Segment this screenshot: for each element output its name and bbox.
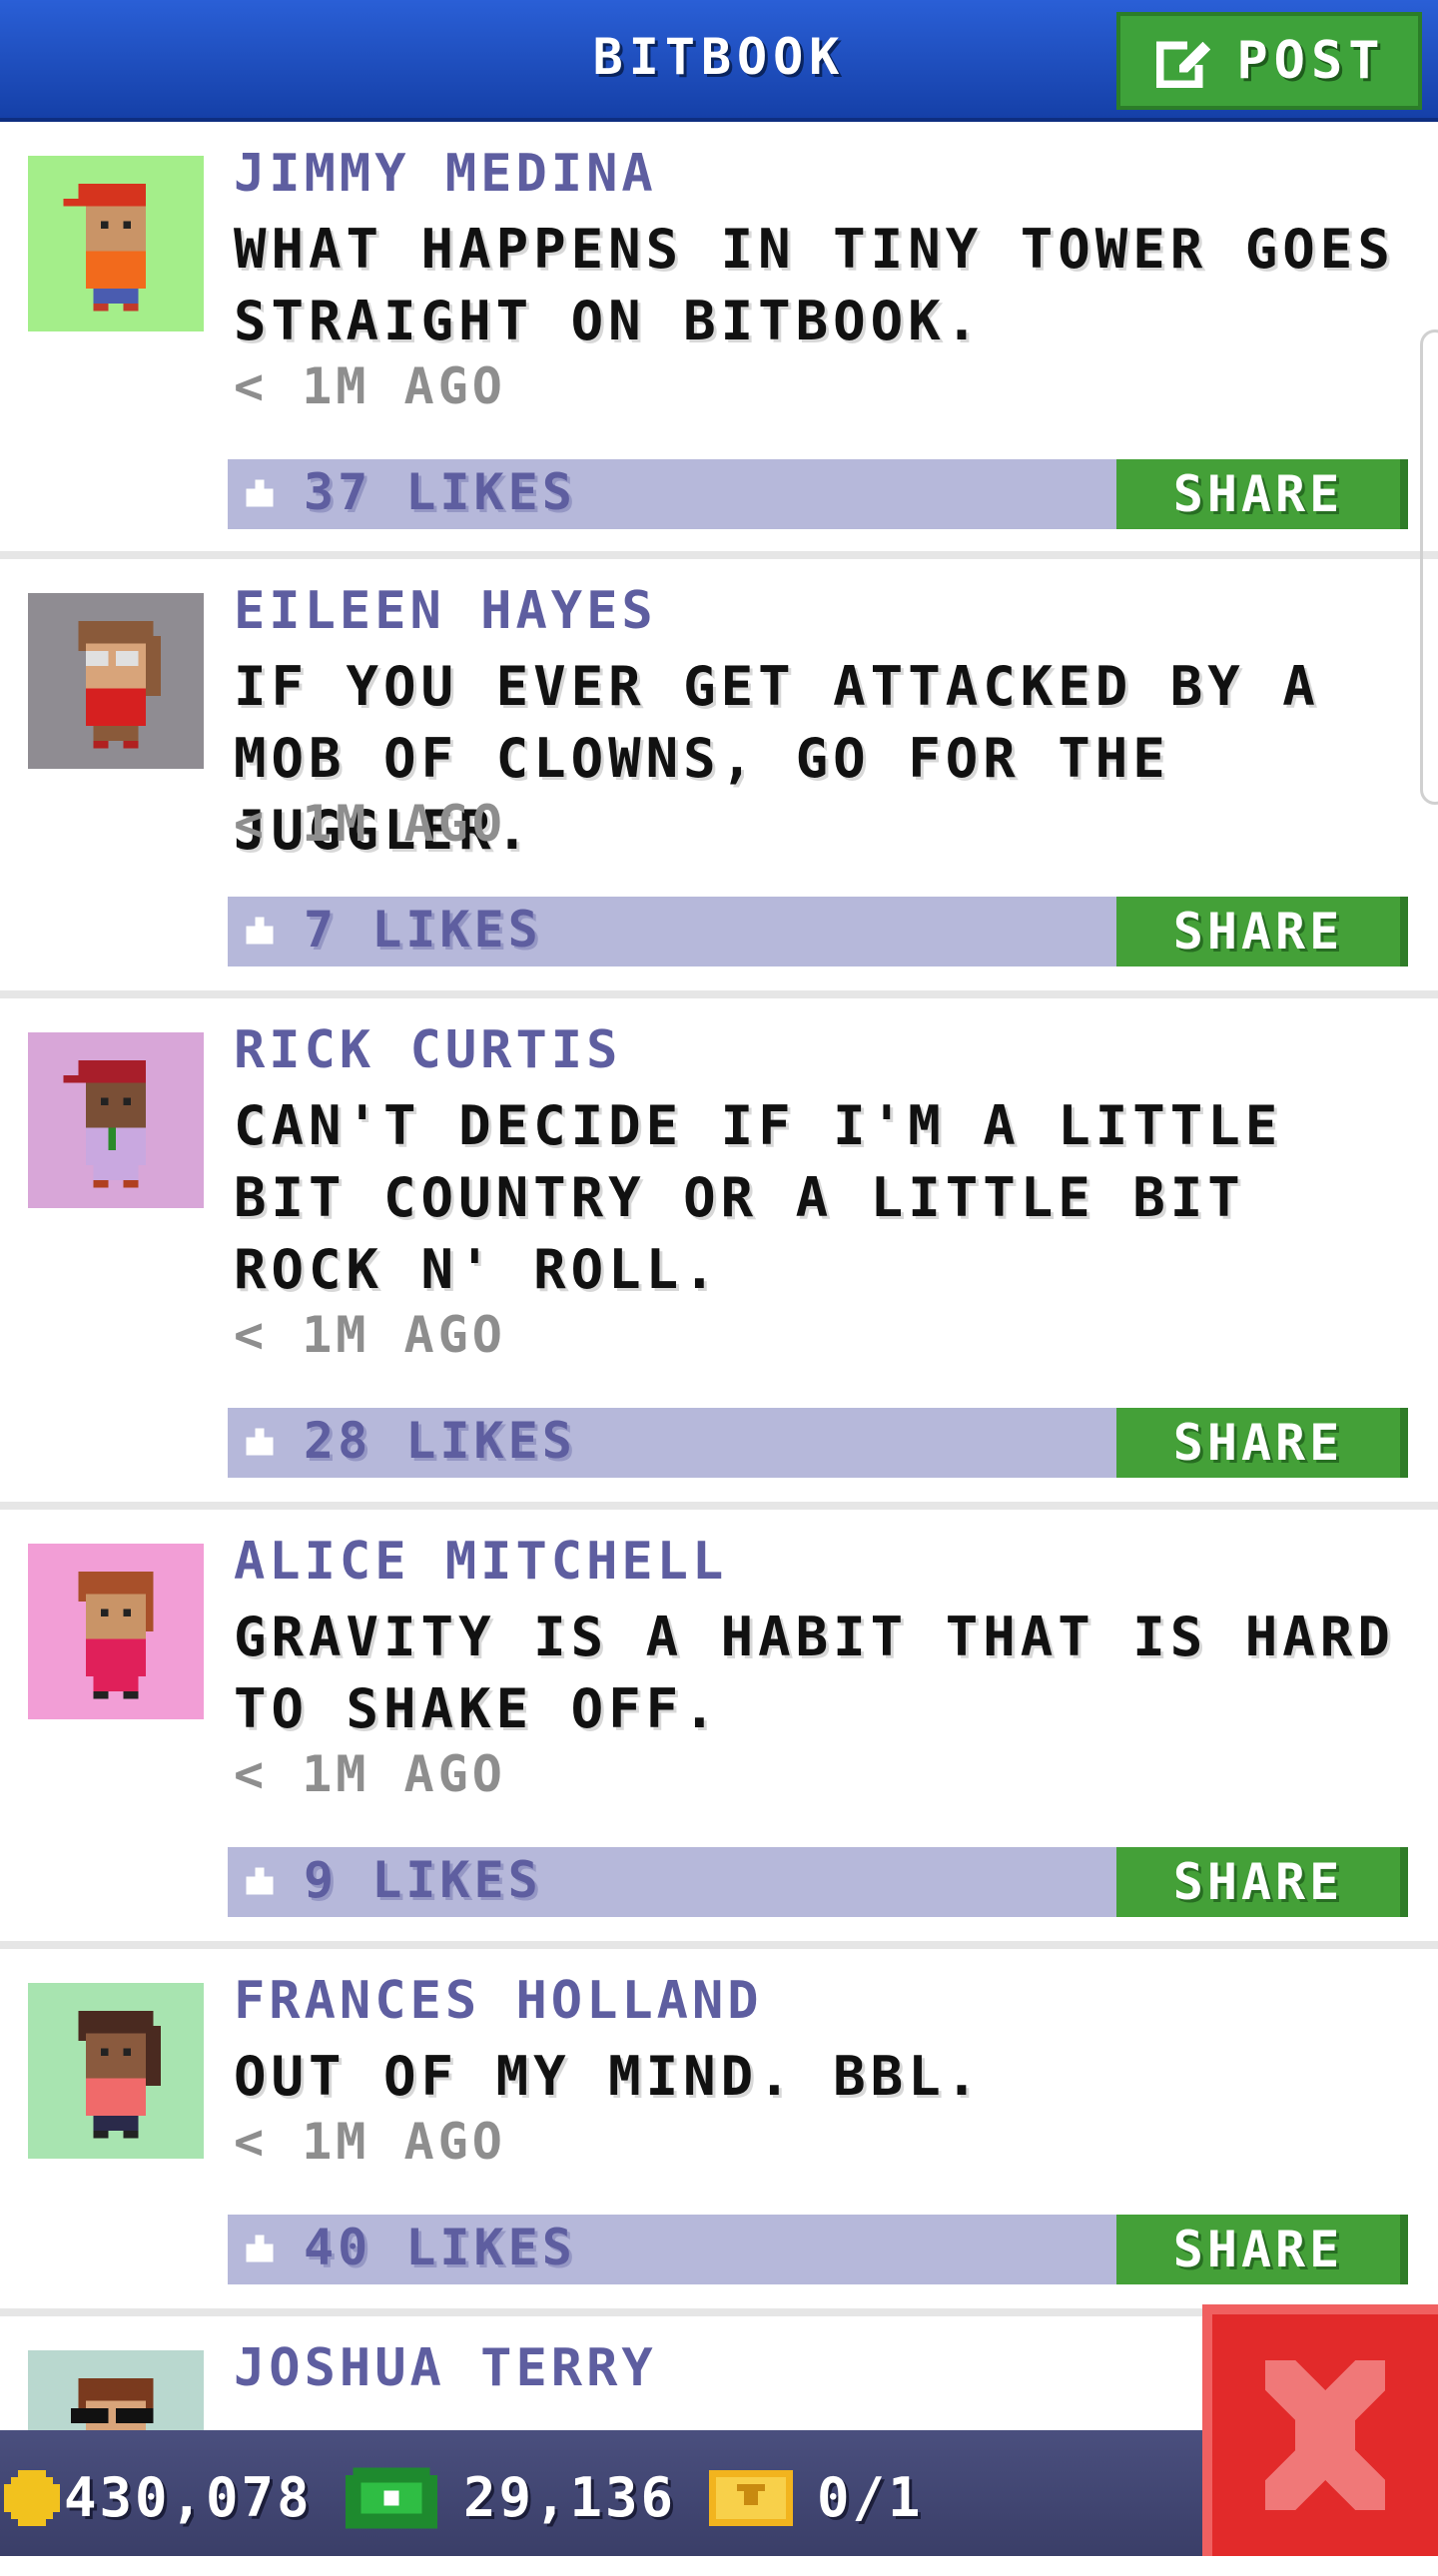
like-bar: 40 LIKES SHARE bbox=[228, 2215, 1408, 2284]
like-count: 28 LIKES bbox=[304, 1412, 576, 1470]
avatar[interactable] bbox=[28, 593, 204, 769]
share-button[interactable]: SHARE bbox=[1116, 897, 1408, 966]
post-author[interactable]: JOSHUA TERRY bbox=[234, 2338, 657, 2398]
feed-post: FRANCES HOLLAND OUT OF MY MIND. BBL. < 1… bbox=[0, 1949, 1438, 2316]
post-time: < 1M AGO bbox=[234, 795, 506, 853]
thumbs-up-icon[interactable] bbox=[242, 913, 278, 949]
person-avatar-icon bbox=[78, 621, 161, 749]
person-avatar-icon bbox=[78, 1572, 154, 1699]
coin-count: 430,078 bbox=[64, 2466, 313, 2529]
post-author[interactable]: EILEEN HAYES bbox=[234, 581, 657, 641]
like-bar: 28 LIKES SHARE bbox=[228, 1408, 1408, 1478]
post-time: < 1M AGO bbox=[234, 1745, 506, 1803]
post-text: CAN'T DECIDE IF I'M A LITTLE BIT COUNTRY… bbox=[234, 1094, 1283, 1301]
share-button[interactable]: SHARE bbox=[1116, 2215, 1408, 2284]
thumbs-up-icon[interactable] bbox=[242, 2231, 278, 2266]
post-feed[interactable]: JIMMY MEDINA WHAT HAPPENS IN TINY TOWER … bbox=[0, 122, 1438, 2576]
post-author[interactable]: FRANCES HOLLAND bbox=[234, 1971, 763, 2031]
like-bar: 9 LIKES SHARE bbox=[228, 1847, 1408, 1917]
thumbs-up-icon[interactable] bbox=[242, 475, 278, 511]
feed-post: EILEEN HAYES IF YOU EVER GET ATTACKED BY… bbox=[0, 559, 1438, 998]
ticket-icon bbox=[709, 2470, 793, 2526]
post-text: WHAT HAPPENS IN TINY TOWER GOES STRAIGHT… bbox=[234, 218, 1395, 352]
share-button[interactable]: SHARE bbox=[1116, 1408, 1408, 1478]
person-avatar-icon bbox=[63, 184, 146, 312]
scrollbar[interactable] bbox=[1420, 329, 1438, 805]
compose-icon bbox=[1156, 41, 1211, 89]
feed-post: ALICE MITCHELL GRAVITY IS A HABIT THAT I… bbox=[0, 1510, 1438, 1949]
bux-icon bbox=[346, 2467, 437, 2529]
like-bar: 7 LIKES SHARE bbox=[228, 897, 1408, 966]
feed-post: RICK CURTIS CAN'T DECIDE IF I'M A LITTLE… bbox=[0, 998, 1438, 1510]
avatar[interactable] bbox=[28, 1544, 204, 1719]
avatar[interactable] bbox=[28, 1032, 204, 1208]
post-time: < 1M AGO bbox=[234, 1306, 506, 1364]
like-count: 37 LIKES bbox=[304, 463, 576, 521]
post-button[interactable]: POST bbox=[1116, 12, 1422, 110]
bux-count: 29,136 bbox=[463, 2466, 677, 2529]
ticket-count: 0/1 bbox=[817, 2466, 924, 2529]
post-text: OUT OF MY MIND. BBL. bbox=[234, 2045, 984, 2108]
thumbs-up-icon[interactable] bbox=[242, 1863, 278, 1899]
thumbs-up-icon[interactable] bbox=[242, 1424, 278, 1460]
post-author[interactable]: ALICE MITCHELL bbox=[234, 1532, 727, 1592]
person-avatar-icon bbox=[63, 1060, 146, 1188]
avatar[interactable] bbox=[28, 1983, 204, 2159]
coin-icon bbox=[4, 2470, 60, 2526]
post-author[interactable]: JIMMY MEDINA bbox=[234, 144, 657, 204]
like-count: 9 LIKES bbox=[304, 1851, 542, 1909]
post-author[interactable]: RICK CURTIS bbox=[234, 1020, 621, 1080]
person-avatar-icon bbox=[78, 2011, 161, 2139]
like-count: 7 LIKES bbox=[304, 901, 542, 959]
like-bar: 37 LIKES SHARE bbox=[228, 459, 1408, 529]
post-time: < 1M AGO bbox=[234, 2113, 506, 2171]
post-time: < 1M AGO bbox=[234, 357, 506, 415]
like-count: 40 LIKES bbox=[304, 2219, 576, 2276]
post-button-label: POST bbox=[1236, 31, 1386, 91]
feed-post: JIMMY MEDINA WHAT HAPPENS IN TINY TOWER … bbox=[0, 122, 1438, 559]
post-text: GRAVITY IS A HABIT THAT IS HARD TO SHAKE… bbox=[234, 1606, 1395, 1740]
avatar[interactable] bbox=[28, 156, 204, 331]
close-button[interactable] bbox=[1202, 2304, 1438, 2556]
share-button[interactable]: SHARE bbox=[1116, 1847, 1408, 1917]
app-header: BITBOOK POST bbox=[0, 0, 1438, 122]
share-button[interactable]: SHARE bbox=[1116, 459, 1408, 529]
close-icon bbox=[1265, 2360, 1385, 2510]
